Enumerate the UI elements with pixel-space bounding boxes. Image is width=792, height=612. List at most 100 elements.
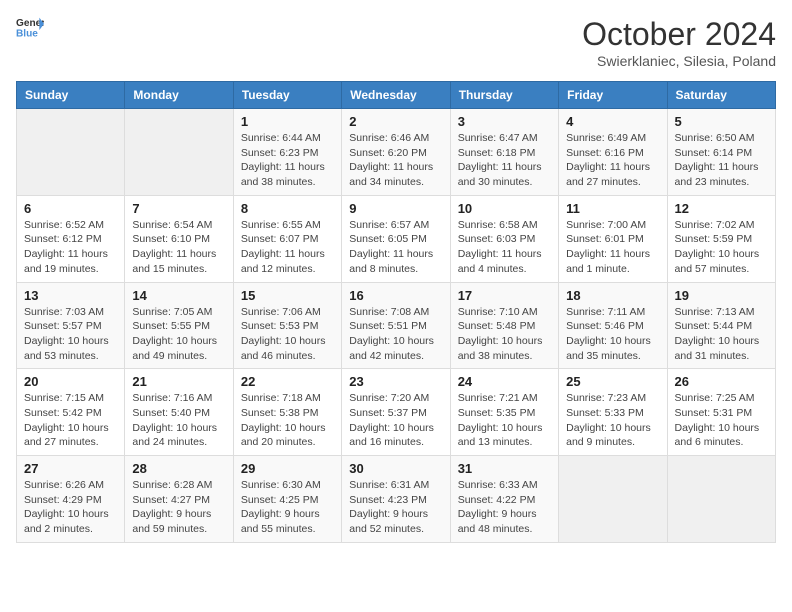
day-number: 19 bbox=[675, 288, 768, 303]
day-info: Sunrise: 6:46 AM Sunset: 6:20 PM Dayligh… bbox=[349, 131, 442, 190]
calendar-cell: 26 Sunrise: 7:25 AM Sunset: 5:31 PM Dayli… bbox=[667, 369, 775, 456]
day-number: 24 bbox=[458, 374, 551, 389]
day-number: 22 bbox=[241, 374, 334, 389]
day-number: 13 bbox=[24, 288, 117, 303]
title-block: October 2024 Swierklaniec, Silesia, Pola… bbox=[582, 16, 776, 69]
day-number: 30 bbox=[349, 461, 442, 476]
calendar-cell: 3 Sunrise: 6:47 AM Sunset: 6:18 PM Daylig… bbox=[450, 109, 558, 196]
svg-text:Blue: Blue bbox=[16, 28, 38, 38]
day-info: Sunrise: 6:57 AM Sunset: 6:05 PM Dayligh… bbox=[349, 218, 442, 277]
day-number: 12 bbox=[675, 201, 768, 216]
day-number: 31 bbox=[458, 461, 551, 476]
calendar-cell bbox=[17, 109, 125, 196]
calendar-cell: 28Sunrise: 6:28 AM Sunset: 4:27 PM Dayli… bbox=[125, 456, 233, 543]
calendar-cell: 21 Sunrise: 7:16 AM Sunset: 5:40 PM Dayli… bbox=[125, 369, 233, 456]
day-info: Sunrise: 6:52 AM Sunset: 6:12 PM Dayligh… bbox=[24, 218, 117, 277]
day-info: Sunrise: 7:18 AM Sunset: 5:38 PM Dayligh… bbox=[241, 391, 334, 450]
day-info: Sunrise: 7:21 AM Sunset: 5:35 PM Dayligh… bbox=[458, 391, 551, 450]
day-number: 18 bbox=[566, 288, 659, 303]
calendar-week-row: 6 Sunrise: 6:52 AM Sunset: 6:12 PM Daylig… bbox=[17, 195, 776, 282]
weekday-header-row: SundayMondayTuesdayWednesdayThursdayFrid… bbox=[17, 82, 776, 109]
calendar-cell: 14 Sunrise: 7:05 AM Sunset: 5:55 PM Dayli… bbox=[125, 282, 233, 369]
day-number: 15 bbox=[241, 288, 334, 303]
page-header: General Blue October 2024 Swierklaniec, … bbox=[16, 16, 776, 69]
day-number: 8 bbox=[241, 201, 334, 216]
day-info: Sunrise: 6:50 AM Sunset: 6:14 PM Dayligh… bbox=[675, 131, 768, 190]
day-info: Sunrise: 7:00 AM Sunset: 6:01 PM Dayligh… bbox=[566, 218, 659, 277]
day-info: Sunrise: 7:08 AM Sunset: 5:51 PM Dayligh… bbox=[349, 305, 442, 364]
day-number: 5 bbox=[675, 114, 768, 129]
calendar-week-row: 13Sunrise: 7:03 AM Sunset: 5:57 PM Dayli… bbox=[17, 282, 776, 369]
calendar-cell bbox=[125, 109, 233, 196]
weekday-header-thursday: Thursday bbox=[450, 82, 558, 109]
weekday-header-wednesday: Wednesday bbox=[342, 82, 450, 109]
day-info: Sunrise: 6:26 AM Sunset: 4:29 PM Dayligh… bbox=[24, 478, 117, 537]
calendar-week-row: 20Sunrise: 7:15 AM Sunset: 5:42 PM Dayli… bbox=[17, 369, 776, 456]
calendar-cell: 13Sunrise: 7:03 AM Sunset: 5:57 PM Dayli… bbox=[17, 282, 125, 369]
calendar-cell: 17 Sunrise: 7:10 AM Sunset: 5:48 PM Dayli… bbox=[450, 282, 558, 369]
calendar-cell: 27 Sunrise: 6:26 AM Sunset: 4:29 PM Dayli… bbox=[17, 456, 125, 543]
day-info: Sunrise: 7:16 AM Sunset: 5:40 PM Dayligh… bbox=[132, 391, 225, 450]
day-info: Sunrise: 7:25 AM Sunset: 5:31 PM Dayligh… bbox=[675, 391, 768, 450]
calendar-cell bbox=[667, 456, 775, 543]
calendar-cell: 23 Sunrise: 7:20 AM Sunset: 5:37 PM Dayli… bbox=[342, 369, 450, 456]
calendar-cell: 31Sunrise: 6:33 AM Sunset: 4:22 PM Dayli… bbox=[450, 456, 558, 543]
day-info: Sunrise: 6:47 AM Sunset: 6:18 PM Dayligh… bbox=[458, 131, 551, 190]
day-number: 29 bbox=[241, 461, 334, 476]
day-number: 11 bbox=[566, 201, 659, 216]
day-number: 20 bbox=[24, 374, 117, 389]
day-info: Sunrise: 6:54 AM Sunset: 6:10 PM Dayligh… bbox=[132, 218, 225, 277]
day-info: Sunrise: 6:58 AM Sunset: 6:03 PM Dayligh… bbox=[458, 218, 551, 277]
day-info: Sunrise: 7:20 AM Sunset: 5:37 PM Dayligh… bbox=[349, 391, 442, 450]
weekday-header-friday: Friday bbox=[559, 82, 667, 109]
day-number: 4 bbox=[566, 114, 659, 129]
day-number: 28 bbox=[132, 461, 225, 476]
weekday-header-sunday: Sunday bbox=[17, 82, 125, 109]
day-info: Sunrise: 7:10 AM Sunset: 5:48 PM Dayligh… bbox=[458, 305, 551, 364]
day-number: 21 bbox=[132, 374, 225, 389]
generalblue-logo-icon: General Blue bbox=[16, 16, 44, 38]
day-number: 2 bbox=[349, 114, 442, 129]
calendar-cell: 19 Sunrise: 7:13 AM Sunset: 5:44 PM Dayli… bbox=[667, 282, 775, 369]
day-number: 10 bbox=[458, 201, 551, 216]
day-info: Sunrise: 7:23 AM Sunset: 5:33 PM Dayligh… bbox=[566, 391, 659, 450]
day-number: 27 bbox=[24, 461, 117, 476]
day-info: Sunrise: 7:13 AM Sunset: 5:44 PM Dayligh… bbox=[675, 305, 768, 364]
calendar-cell: 25 Sunrise: 7:23 AM Sunset: 5:33 PM Dayli… bbox=[559, 369, 667, 456]
day-info: Sunrise: 6:49 AM Sunset: 6:16 PM Dayligh… bbox=[566, 131, 659, 190]
weekday-header-saturday: Saturday bbox=[667, 82, 775, 109]
calendar-subtitle: Swierklaniec, Silesia, Poland bbox=[582, 53, 776, 69]
calendar-cell: 24 Sunrise: 7:21 AM Sunset: 5:35 PM Dayli… bbox=[450, 369, 558, 456]
day-info: Sunrise: 6:31 AM Sunset: 4:23 PM Dayligh… bbox=[349, 478, 442, 537]
weekday-header-tuesday: Tuesday bbox=[233, 82, 341, 109]
logo: General Blue bbox=[16, 16, 44, 38]
calendar-cell: 10 Sunrise: 6:58 AM Sunset: 6:03 PM Dayli… bbox=[450, 195, 558, 282]
day-number: 6 bbox=[24, 201, 117, 216]
day-number: 14 bbox=[132, 288, 225, 303]
calendar-cell: 7 Sunrise: 6:54 AM Sunset: 6:10 PM Daylig… bbox=[125, 195, 233, 282]
day-info: Sunrise: 6:44 AM Sunset: 6:23 PM Dayligh… bbox=[241, 131, 334, 190]
day-number: 25 bbox=[566, 374, 659, 389]
day-number: 26 bbox=[675, 374, 768, 389]
day-number: 7 bbox=[132, 201, 225, 216]
calendar-title: October 2024 bbox=[582, 16, 776, 53]
calendar-cell: 29Sunrise: 6:30 AM Sunset: 4:25 PM Dayli… bbox=[233, 456, 341, 543]
calendar-cell: 8Sunrise: 6:55 AM Sunset: 6:07 PM Daylig… bbox=[233, 195, 341, 282]
day-info: Sunrise: 7:05 AM Sunset: 5:55 PM Dayligh… bbox=[132, 305, 225, 364]
calendar-cell: 5 Sunrise: 6:50 AM Sunset: 6:14 PM Daylig… bbox=[667, 109, 775, 196]
day-number: 3 bbox=[458, 114, 551, 129]
calendar-cell: 12 Sunrise: 7:02 AM Sunset: 5:59 PM Dayli… bbox=[667, 195, 775, 282]
day-number: 23 bbox=[349, 374, 442, 389]
calendar-cell: 9Sunrise: 6:57 AM Sunset: 6:05 PM Daylig… bbox=[342, 195, 450, 282]
calendar-cell: 11 Sunrise: 7:00 AM Sunset: 6:01 PM Dayli… bbox=[559, 195, 667, 282]
calendar-cell: 18Sunrise: 7:11 AM Sunset: 5:46 PM Dayli… bbox=[559, 282, 667, 369]
calendar-week-row: 1Sunrise: 6:44 AM Sunset: 6:23 PM Daylig… bbox=[17, 109, 776, 196]
calendar-cell: 4 Sunrise: 6:49 AM Sunset: 6:16 PM Daylig… bbox=[559, 109, 667, 196]
calendar-cell bbox=[559, 456, 667, 543]
day-number: 17 bbox=[458, 288, 551, 303]
calendar-cell: 15Sunrise: 7:06 AM Sunset: 5:53 PM Dayli… bbox=[233, 282, 341, 369]
day-info: Sunrise: 7:02 AM Sunset: 5:59 PM Dayligh… bbox=[675, 218, 768, 277]
calendar-cell: 6 Sunrise: 6:52 AM Sunset: 6:12 PM Daylig… bbox=[17, 195, 125, 282]
day-number: 16 bbox=[349, 288, 442, 303]
calendar-cell: 22 Sunrise: 7:18 AM Sunset: 5:38 PM Dayli… bbox=[233, 369, 341, 456]
